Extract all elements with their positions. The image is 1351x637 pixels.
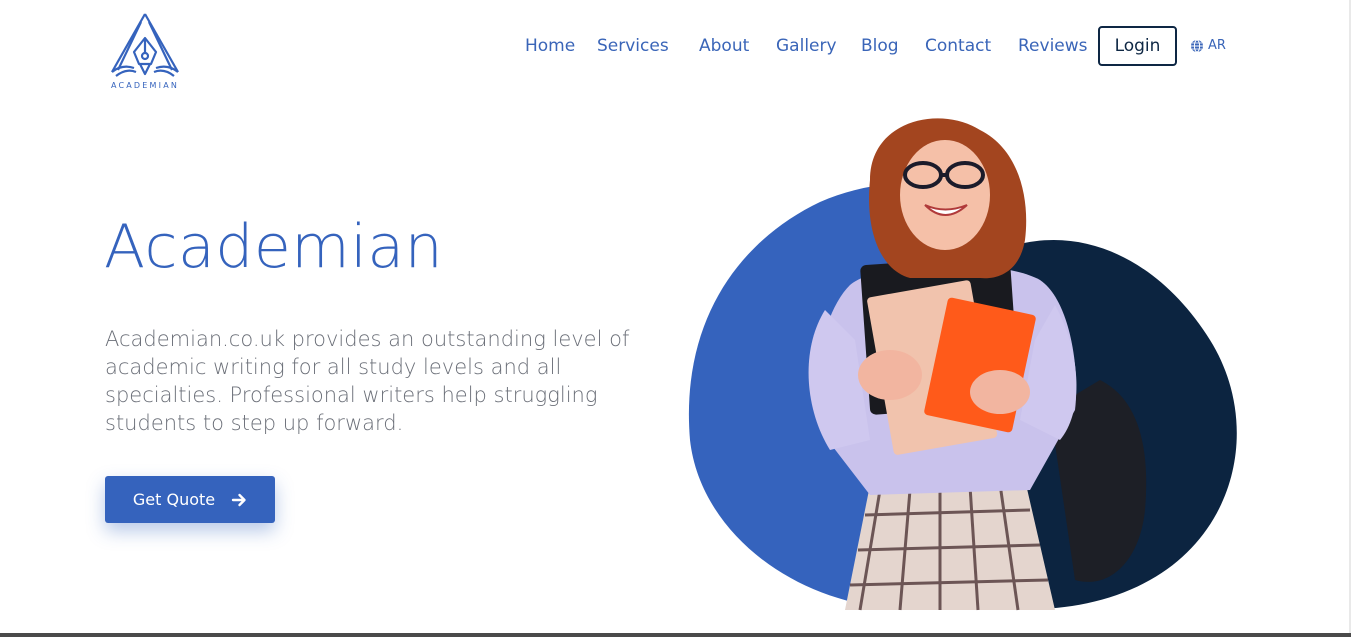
arrow-right-icon: [231, 492, 247, 508]
get-quote-label: Get Quote: [132, 490, 216, 509]
login-button[interactable]: Login: [1098, 26, 1177, 66]
hero-illustration: [680, 110, 1260, 620]
nav-services-link[interactable]: Services: [597, 36, 669, 56]
bottom-border: [0, 633, 1351, 637]
student-face: [900, 140, 990, 250]
globe-icon: [1191, 39, 1203, 52]
nav-home-link[interactable]: Home: [525, 36, 575, 56]
nav-reviews-link[interactable]: Reviews: [1018, 36, 1088, 56]
language-label: AR: [1208, 38, 1226, 53]
nav-contact-link[interactable]: Contact: [925, 36, 991, 56]
get-quote-button[interactable]: Get Quote: [105, 476, 275, 523]
language-switcher[interactable]: AR: [1190, 38, 1226, 53]
nav-blog-link[interactable]: Blog: [861, 36, 899, 56]
hero-title: Academian: [104, 212, 444, 282]
nav-gallery-link[interactable]: Gallery: [776, 36, 837, 56]
student-right-hand: [970, 370, 1030, 414]
logo-wordmark: ACADEMIAN: [110, 81, 180, 90]
nav-about-link[interactable]: About: [699, 36, 749, 56]
student-left-hand: [858, 350, 922, 400]
pen-nib-logo-icon: [111, 13, 179, 77]
hero-description: Academian.co.uk provides an outstanding …: [105, 327, 630, 435]
academian-logo[interactable]: ACADEMIAN: [106, 12, 184, 92]
